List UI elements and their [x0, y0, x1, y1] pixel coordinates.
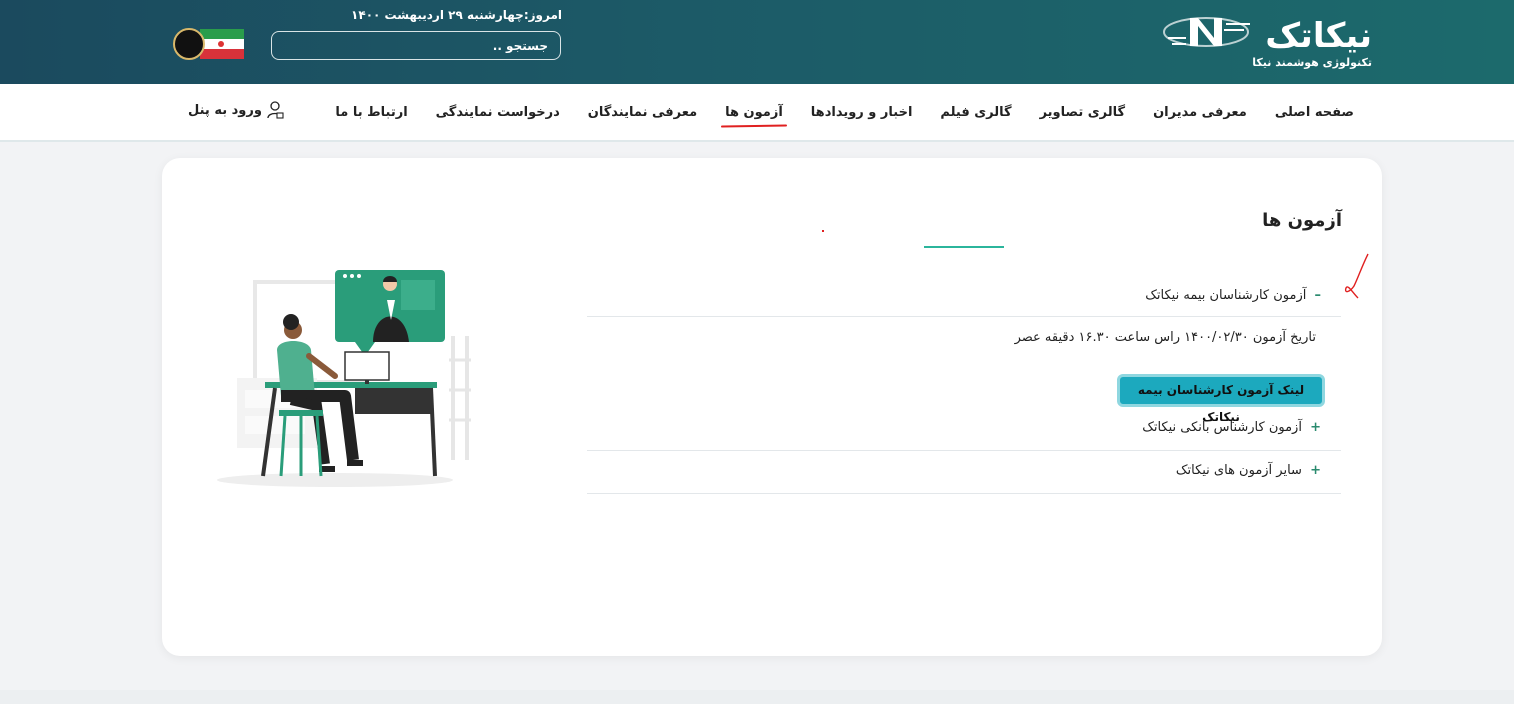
accordion-title: آزمون کارشناسان بیمه نیکاتک	[1145, 288, 1307, 303]
expand-icon: +	[1310, 463, 1321, 478]
nav-item-home[interactable]: صفحه اصلی	[1275, 105, 1354, 120]
nav-list: صفحه اصلی معرفی مدیران گالری تصاویر گالر…	[307, 84, 1354, 140]
accordion-item-other[interactable]: + سایر آزمون های نیکاتک	[587, 451, 1341, 494]
search-input[interactable]	[271, 31, 561, 60]
logo-wordmark: نیکاتک	[1265, 16, 1373, 56]
top-header: نیکاتک تکنولوژی هوشمند نیکا امروز:چهارشن…	[0, 0, 1514, 84]
collapse-icon: –	[1314, 288, 1322, 303]
exam-link-button[interactable]: لینک آزمون کارشناسان بیمه نیکاتک	[1117, 374, 1325, 424]
login-label: ورود به پنل	[188, 102, 262, 118]
nav-item-agents[interactable]: معرفی نمایندگان	[588, 105, 697, 120]
red-scribble-mark	[1344, 253, 1369, 299]
accordion-header[interactable]: + سایر آزمون های نیکاتک	[1176, 463, 1321, 478]
accordion-item-banking[interactable]: + آزمون کارشناس بانکی نیکاتک	[587, 408, 1341, 451]
nav-item-agency-request[interactable]: درخواست نمایندگی	[436, 105, 560, 120]
accordion-header[interactable]: – آزمون کارشناسان بیمه نیکاتک	[1145, 288, 1321, 303]
today-date: امروز:چهارشنبه ۲۹ اردیبهشت ۱۴۰۰	[351, 8, 562, 22]
user-lock-icon	[267, 101, 284, 119]
login-link[interactable]: ورود به پنل	[188, 100, 284, 120]
footer-strip	[0, 690, 1514, 704]
nav-item-video-gallery[interactable]: گالری فیلم	[940, 105, 1011, 120]
exam-details: تاریخ آزمون ۱۴۰۰/۰۲/۳۰ راس ساعت ۱۶.۳۰ دق…	[1014, 330, 1316, 345]
red-mark	[822, 230, 824, 232]
site-logo[interactable]: نیکاتک تکنولوژی هوشمند نیکا	[1162, 10, 1376, 74]
nav-item-contact[interactable]: ارتباط با ما	[335, 105, 407, 120]
logo-mark-icon	[1163, 17, 1250, 47]
page-title: آزمون ها	[1262, 210, 1342, 231]
expand-icon: +	[1310, 420, 1321, 435]
nav-item-photo-gallery[interactable]: گالری تصاویر	[1040, 105, 1125, 120]
logo-subtitle: تکنولوژی هوشمند نیکا	[1252, 56, 1372, 69]
online-exam-illustration	[217, 270, 471, 487]
accordion-title: آزمون کارشناس بانکی نیکاتک	[1142, 420, 1302, 435]
accordion-item-insurance[interactable]: – آزمون کارشناسان بیمه نیکاتک	[587, 276, 1341, 317]
iran-flag-icon	[200, 29, 244, 60]
nav-item-exams[interactable]: آزمون ها	[725, 105, 783, 120]
accordion-title: سایر آزمون های نیکاتک	[1175, 463, 1302, 478]
nav-item-news[interactable]: اخبار و رویدادها	[811, 105, 913, 120]
nav-item-managers[interactable]: معرفی مدیران	[1153, 105, 1247, 120]
title-underline	[924, 246, 1004, 248]
emblem-icon	[173, 28, 205, 60]
accordion-header[interactable]: + آزمون کارشناس بانکی نیکاتک	[1142, 420, 1321, 435]
